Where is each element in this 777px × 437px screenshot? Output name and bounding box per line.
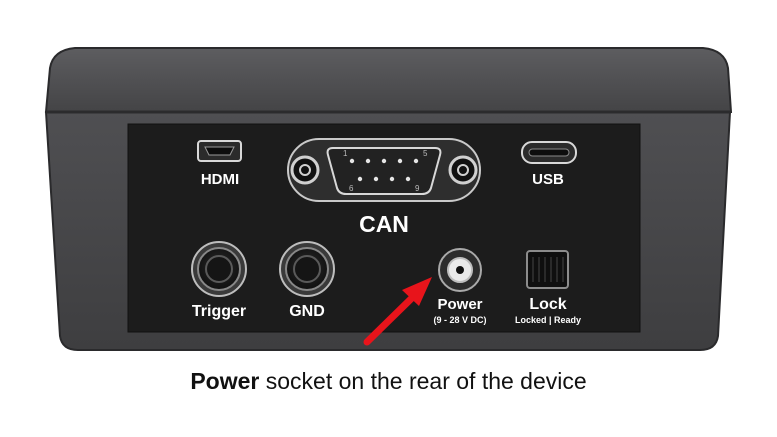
power-socket	[438, 248, 482, 292]
can-dsub-connector	[287, 138, 481, 202]
can-pin-1-label: 1	[343, 149, 348, 158]
trigger-bnc-connector	[191, 241, 247, 297]
power-label: Power	[437, 296, 482, 313]
power-voltage-spec: (9 - 28 V DC)	[433, 315, 486, 325]
usb-label: USB	[532, 171, 564, 188]
lock-label: Lock	[529, 296, 566, 313]
caption: Power socket on the rear of the device	[0, 368, 777, 395]
gnd-bnc-connector	[279, 241, 335, 297]
lock-switch	[526, 250, 569, 289]
usb-port	[521, 141, 577, 164]
can-pin-9-label: 9	[415, 184, 420, 193]
lock-states-label: Locked | Ready	[515, 315, 581, 325]
caption-bold-term: Power	[190, 368, 260, 394]
hdmi-port	[197, 140, 242, 162]
hdmi-label: HDMI	[201, 171, 239, 188]
caption-text: socket on the rear of the device	[259, 368, 587, 394]
can-label: CAN	[359, 211, 409, 237]
device-housing-lid	[44, 47, 733, 113]
can-pin-5-label: 5	[423, 149, 428, 158]
trigger-label: Trigger	[192, 303, 246, 320]
can-pin-6-label: 6	[349, 184, 354, 193]
gnd-label: GND	[289, 303, 325, 320]
